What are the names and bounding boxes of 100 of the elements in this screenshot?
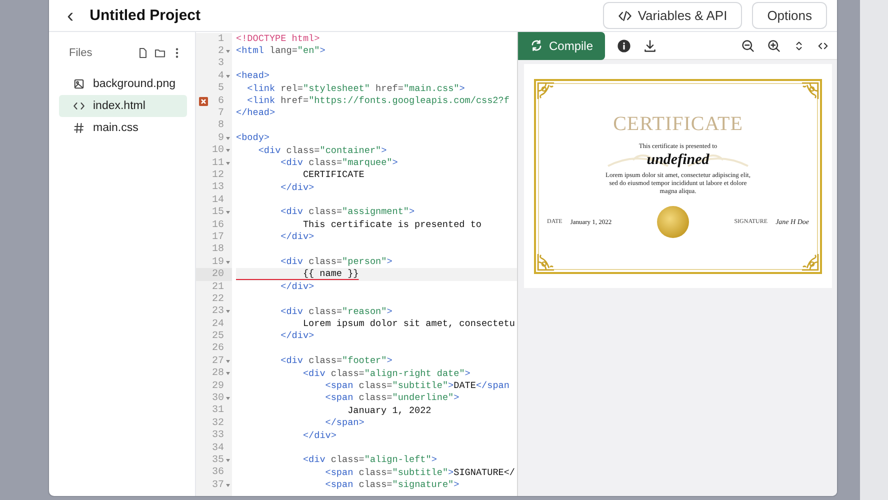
code-line: <span class="subtitle">SIGNATURE</: [324, 466, 516, 480]
line-number: 9: [218, 132, 224, 144]
line-number: 21: [212, 282, 224, 292]
line-number: 31: [212, 405, 224, 416]
compile-button[interactable]: Compile: [518, 32, 606, 60]
file-item[interactable]: background.png: [59, 73, 187, 95]
code-line: <link rel="stylesheet" href="main.css">: [246, 82, 465, 95]
line-number: 23: [212, 306, 224, 318]
code-line: <div class="container">: [257, 144, 387, 157]
line-number: 2: [218, 46, 224, 58]
new-folder-icon[interactable]: [154, 47, 166, 59]
fold-icon[interactable]: [226, 50, 230, 54]
fold-icon[interactable]: [226, 162, 230, 165]
code-line: <div class="assignment">: [280, 206, 415, 219]
line-number: 35: [212, 454, 224, 466]
code-icon: [618, 8, 632, 22]
line-number: 19: [212, 256, 224, 268]
zoom-out-icon[interactable]: [741, 38, 755, 52]
code-line: <div class="reason">: [280, 306, 392, 318]
code-line: </span>: [324, 417, 364, 430]
line-number: 8: [218, 120, 224, 132]
line-number: 15: [212, 207, 224, 218]
line-number: 24: [212, 318, 224, 330]
line-number: 26: [212, 343, 224, 354]
line-number: 29: [212, 380, 224, 392]
info-icon[interactable]: [617, 38, 632, 52]
project-title: Untitled Project: [90, 7, 201, 24]
new-file-icon[interactable]: [137, 47, 149, 59]
file-item[interactable]: main.css: [59, 117, 187, 139]
line-number: 22: [212, 294, 224, 305]
code-line: <body>: [236, 132, 270, 145]
recipient-name: undefined: [646, 152, 710, 169]
fold-icon[interactable]: [226, 458, 230, 462]
corner-ornament: [537, 253, 555, 271]
back-button[interactable]: ‹: [67, 6, 74, 24]
code-line: </head>: [236, 107, 276, 120]
line-number: 33: [212, 430, 224, 442]
code-line: <head>: [236, 70, 270, 83]
hash-icon: [73, 122, 85, 134]
code-line: <div class="align-left">: [302, 454, 437, 467]
refresh-icon: [530, 39, 543, 52]
code-line: January 1, 2022: [346, 404, 432, 418]
code-line: <!DOCTYPE html>: [236, 33, 320, 46]
line-number: 25: [212, 331, 224, 342]
line-number: 18: [212, 244, 224, 256]
code-line: <link href="https://fonts.googleapis.com/css2?f: [246, 94, 510, 108]
certificate-title: CERTIFICATE: [613, 113, 743, 136]
fold-icon[interactable]: [226, 260, 230, 264]
code-line: <span class="subtitle">DATE</span: [324, 380, 510, 392]
line-number: 16: [212, 220, 224, 231]
line-number: 14: [212, 194, 224, 206]
line-number: 30: [212, 393, 224, 404]
code-line: Lorem ipsum dolor sit amet, consectetu: [302, 318, 515, 330]
fold-icon[interactable]: [226, 149, 230, 152]
code-line: <html lang="en">: [236, 45, 326, 58]
line-number: 34: [212, 442, 224, 454]
code-line: </div>: [280, 231, 314, 244]
code-line: {{ name }}: [302, 268, 359, 281]
fold-icon[interactable]: [226, 360, 230, 363]
code-line: <div class="footer">: [280, 355, 392, 368]
line-number: 5: [218, 83, 224, 94]
code-line: </div>: [302, 430, 336, 442]
line-number: 13: [212, 182, 224, 194]
download-icon[interactable]: [643, 38, 658, 52]
line-number: 11: [212, 158, 224, 169]
corner-ornament: [801, 253, 819, 271]
line-number: 7: [218, 108, 224, 120]
code-line: </div>: [280, 280, 314, 294]
line-number: 27: [212, 356, 224, 367]
code-line: <div class="align-right date">: [302, 368, 470, 380]
fold-icon[interactable]: [226, 484, 230, 487]
file-item[interactable]: index.html: [59, 95, 187, 117]
code-line: </div>: [280, 182, 314, 194]
line-number: 3: [218, 58, 224, 70]
code-line: <span class="underline">: [324, 392, 460, 405]
line-number: 1: [218, 34, 224, 45]
code-icon: [73, 100, 85, 112]
variables-button[interactable]: Variables & API: [602, 2, 742, 29]
files-heading: Files: [69, 47, 92, 59]
zoom-in-icon[interactable]: [767, 38, 781, 52]
line-number: 28: [212, 368, 224, 380]
fold-icon[interactable]: [226, 136, 230, 140]
fold-icon[interactable]: [226, 397, 230, 400]
corner-ornament: [537, 82, 555, 100]
line-number: 36: [212, 467, 224, 478]
line-number: 10: [212, 145, 224, 156]
options-button[interactable]: Options: [752, 2, 827, 29]
corner-ornament: [801, 82, 819, 100]
code-line: </div>: [280, 330, 314, 343]
fold-icon[interactable]: [226, 74, 230, 78]
fold-icon[interactable]: [226, 372, 230, 376]
line-number: 20: [212, 269, 224, 280]
code-editor[interactable]: [196, 32, 518, 496]
fold-icon[interactable]: [226, 211, 230, 214]
code-line: <div class="person">: [280, 256, 392, 268]
fold-icon[interactable]: [226, 310, 230, 314]
line-number: 32: [212, 418, 224, 429]
line-number: 4: [218, 70, 224, 82]
line-number: 6: [218, 96, 224, 107]
image-icon: [73, 78, 85, 90]
